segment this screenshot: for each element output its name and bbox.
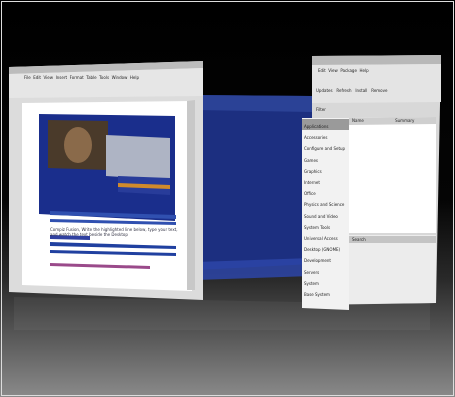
- category-item[interactable]: Universal Access: [304, 233, 350, 244]
- category-item[interactable]: Graphics: [304, 166, 350, 177]
- menu-view[interactable]: View: [44, 75, 54, 80]
- writer-menubar: File Edit View Insert Format Table Tools…: [24, 75, 194, 80]
- pkg-filter: Filter: [316, 107, 326, 112]
- menu-window[interactable]: Window: [112, 75, 128, 80]
- menu-help[interactable]: Help: [130, 75, 139, 80]
- filter-label: Filter: [316, 107, 326, 112]
- video-face: [64, 127, 92, 163]
- menu-format[interactable]: Format: [70, 75, 84, 80]
- category-item[interactable]: Applications: [304, 121, 350, 132]
- remove-button[interactable]: Remove: [371, 88, 387, 93]
- pkg-titlebar: [312, 55, 441, 65]
- pkg-menu-edit[interactable]: Edit: [318, 68, 326, 73]
- writer-scrollbar[interactable]: [187, 100, 195, 290]
- category-item[interactable]: Games: [304, 155, 350, 166]
- category-item[interactable]: Physics and Science: [304, 199, 350, 210]
- install-button[interactable]: Install: [355, 88, 367, 93]
- category-item[interactable]: Servers: [304, 267, 350, 278]
- refresh-button[interactable]: Refresh: [336, 88, 351, 93]
- category-item[interactable]: Internet: [304, 177, 350, 188]
- writer-doc-text: Compiz Fusion, Write the highlighted lin…: [50, 227, 178, 237]
- menu-edit[interactable]: Edit: [33, 75, 41, 80]
- cube-back-face-panel: [196, 95, 312, 112]
- pkg-status: Search: [352, 237, 366, 242]
- menu-table[interactable]: Table: [86, 75, 96, 80]
- category-item[interactable]: Configure and Setup: [304, 143, 350, 154]
- cube-svg: [9, 55, 441, 330]
- category-item[interactable]: Sound and Video: [304, 211, 350, 222]
- cube-back-face: [196, 95, 312, 270]
- column-name[interactable]: Name: [352, 118, 364, 123]
- menu-file[interactable]: File: [24, 75, 31, 80]
- pkg-toolbar-buttons: Updates Refresh Install Remove: [316, 88, 436, 93]
- pkg-category-list: Applications Accessories Configure and S…: [304, 121, 350, 300]
- menu-tools[interactable]: Tools: [99, 75, 109, 80]
- category-item[interactable]: Accessories: [304, 132, 350, 143]
- category-item[interactable]: Office: [304, 188, 350, 199]
- desktop-cube-scene: File Edit View Insert Format Table Tools…: [0, 0, 455, 397]
- category-item[interactable]: Base System: [304, 289, 350, 300]
- pkg-menubar: Edit View Package Help: [318, 68, 436, 73]
- pkg-info-pane: [349, 235, 436, 304]
- search-status: Search: [352, 237, 366, 242]
- pkg-menu-view[interactable]: View: [328, 68, 338, 73]
- pkg-menu-help[interactable]: Help: [359, 68, 368, 73]
- column-summary[interactable]: Summary: [395, 118, 414, 123]
- pkg-list-columns: Name Summary: [352, 118, 436, 123]
- category-item[interactable]: Desktop (GNOME): [304, 244, 350, 255]
- pkg-menu-package[interactable]: Package: [340, 68, 357, 73]
- category-item[interactable]: Development: [304, 255, 350, 266]
- pkg-list: [349, 117, 436, 233]
- updates-button[interactable]: Updates: [316, 88, 333, 93]
- category-item[interactable]: System: [304, 278, 350, 289]
- menu-insert[interactable]: Insert: [56, 75, 67, 80]
- category-item[interactable]: System Tools: [304, 222, 350, 233]
- embedded-dialog: [106, 135, 170, 180]
